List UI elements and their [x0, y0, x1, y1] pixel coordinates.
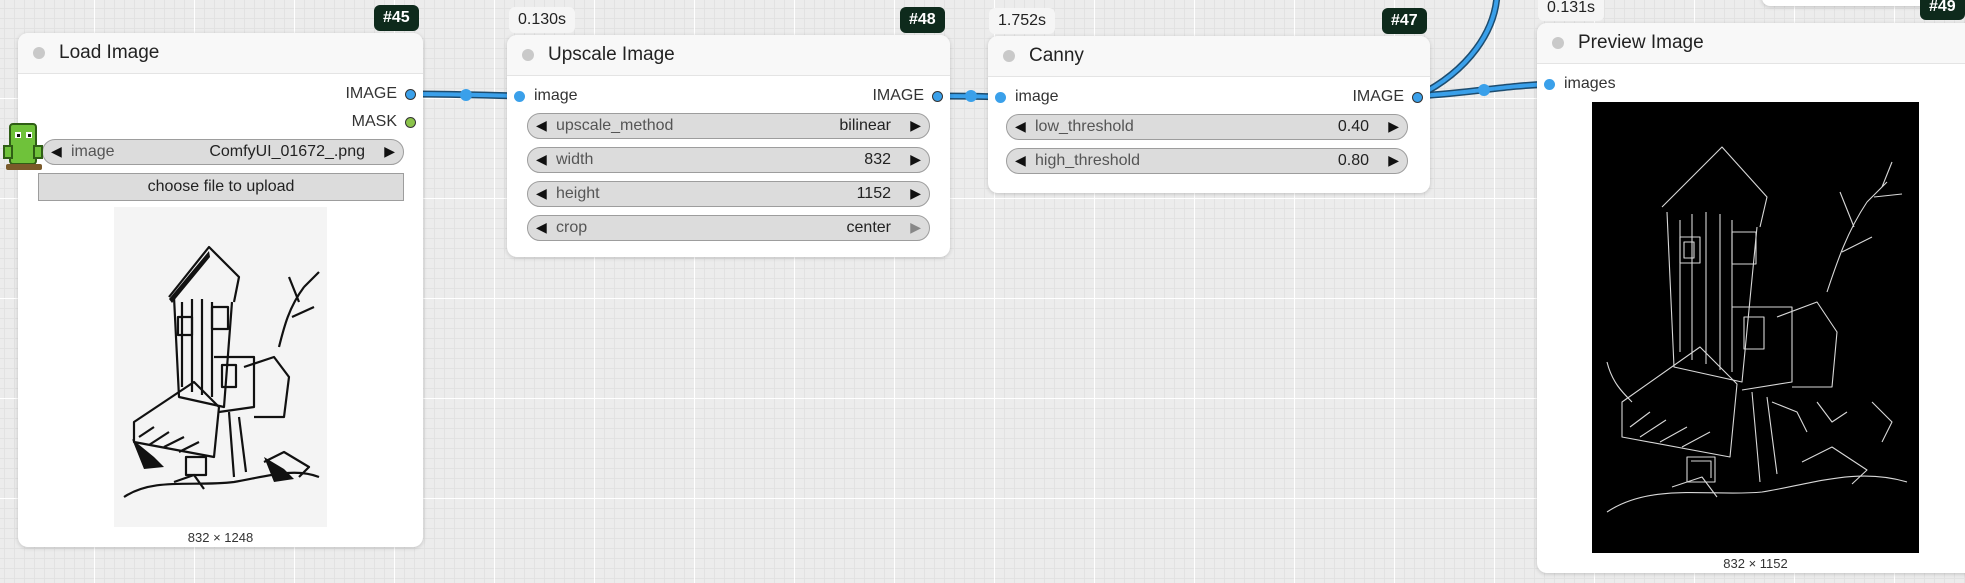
- node-id-badge: #47: [1382, 8, 1427, 34]
- increment-arrow-icon[interactable]: ▶: [910, 117, 921, 134]
- node-id-badge: #48: [900, 7, 945, 33]
- decrement-arrow-icon[interactable]: ◀: [536, 219, 547, 236]
- node-title: Preview Image: [1578, 32, 1704, 53]
- decrement-arrow-icon[interactable]: ◀: [1015, 118, 1026, 135]
- increment-arrow-icon[interactable]: ▶: [1388, 152, 1399, 169]
- node-title-bar[interactable]: Canny: [988, 36, 1430, 77]
- load-image-node[interactable]: Load Image IMAGE MASK ◀ image ComfyUI_01…: [18, 33, 423, 547]
- increment-arrow-icon[interactable]: ▶: [910, 219, 921, 236]
- widget-value: center: [846, 219, 891, 236]
- upscale-method-combo[interactable]: ◀ upscale_method bilinear ▶: [527, 113, 930, 139]
- choose-file-button[interactable]: choose file to upload: [38, 173, 404, 201]
- widget-value: 1152: [856, 185, 891, 202]
- low-threshold-slider[interactable]: ◀ low_threshold 0.40 ▶: [1006, 114, 1408, 140]
- decrement-arrow-icon[interactable]: ◀: [51, 143, 62, 160]
- crop-combo[interactable]: ◀ crop center ▶: [527, 215, 930, 241]
- node-title-bar[interactable]: Preview Image: [1537, 23, 1965, 64]
- input-port-image[interactable]: [995, 92, 1006, 103]
- node-id-badge: #45: [374, 5, 419, 31]
- widget-label: low_threshold: [1035, 118, 1134, 135]
- sketch-preview-image: [114, 207, 327, 527]
- execution-time: 0.131s: [1538, 0, 1605, 21]
- image-dimensions: 832 × 1248: [187, 530, 254, 545]
- input-port-image[interactable]: [514, 91, 525, 102]
- width-number-widget[interactable]: ◀ width 832 ▶: [527, 147, 930, 173]
- node-title: Canny: [1029, 45, 1084, 66]
- output-label-image: IMAGE: [872, 87, 924, 104]
- output-port-image[interactable]: [405, 89, 416, 100]
- node-title: Load Image: [59, 42, 160, 63]
- output-label-image: IMAGE: [1352, 88, 1404, 105]
- widget-value: 0.40: [1337, 118, 1369, 135]
- height-number-widget[interactable]: ◀ height 1152 ▶: [527, 181, 930, 207]
- decrement-arrow-icon[interactable]: ◀: [1015, 152, 1026, 169]
- widget-value: 0.80: [1337, 152, 1369, 169]
- node-title-bar[interactable]: Load Image: [18, 33, 423, 74]
- robot-mascot-icon: [3, 123, 43, 170]
- preview-image-node[interactable]: Preview Image images 832 × 1152: [1537, 23, 1965, 573]
- widget-label: image: [71, 143, 115, 160]
- upscale-image-node[interactable]: Upscale Image image IMAGE ◀ upscale_meth…: [507, 35, 950, 257]
- execution-time: 0.130s: [509, 7, 576, 33]
- increment-arrow-icon[interactable]: ▶: [910, 151, 921, 168]
- decrement-arrow-icon[interactable]: ◀: [536, 117, 547, 134]
- increment-arrow-icon[interactable]: ▶: [1388, 118, 1399, 135]
- image-file-combo[interactable]: ◀ image ComfyUI_01672_.png ▶: [42, 139, 404, 165]
- increment-arrow-icon[interactable]: ▶: [384, 143, 395, 160]
- collapse-dot[interactable]: [1552, 37, 1564, 49]
- output-label-image: IMAGE: [345, 85, 397, 102]
- decrement-arrow-icon[interactable]: ◀: [536, 151, 547, 168]
- output-port-mask[interactable]: [405, 117, 416, 128]
- canny-node[interactable]: Canny image IMAGE ◀ low_threshold 0.40 ▶…: [988, 36, 1430, 193]
- widget-value: bilinear: [839, 117, 891, 134]
- canny-edge-preview-image: [1592, 102, 1919, 553]
- output-port-image[interactable]: [1412, 92, 1423, 103]
- increment-arrow-icon[interactable]: ▶: [910, 185, 921, 202]
- output-port-image[interactable]: [932, 91, 943, 102]
- output-label-mask: MASK: [351, 113, 397, 130]
- collapse-dot[interactable]: [522, 49, 534, 61]
- collapse-dot[interactable]: [33, 47, 45, 59]
- high-threshold-slider[interactable]: ◀ high_threshold 0.80 ▶: [1006, 148, 1408, 174]
- widget-label: height: [556, 185, 600, 202]
- widget-value: ComfyUI_01672_.png: [209, 143, 365, 160]
- node-id-badge: #49: [1920, 0, 1965, 20]
- widget-label: crop: [556, 219, 588, 236]
- node-title-bar[interactable]: Upscale Image: [507, 35, 950, 76]
- widget-label: upscale_method: [556, 117, 674, 134]
- execution-time: 1.752s: [989, 8, 1056, 34]
- decrement-arrow-icon[interactable]: ◀: [536, 185, 547, 202]
- node-title: Upscale Image: [548, 44, 675, 65]
- input-label-image: image: [534, 87, 578, 104]
- input-label-image: image: [1015, 88, 1059, 105]
- widget-value: 832: [864, 151, 891, 168]
- input-label-images: images: [1564, 75, 1616, 92]
- collapse-dot[interactable]: [1003, 50, 1015, 62]
- input-port-images[interactable]: [1544, 79, 1555, 90]
- widget-label: width: [556, 151, 594, 168]
- image-dimensions: 832 × 1152: [1723, 556, 1788, 571]
- widget-label: high_threshold: [1035, 152, 1140, 169]
